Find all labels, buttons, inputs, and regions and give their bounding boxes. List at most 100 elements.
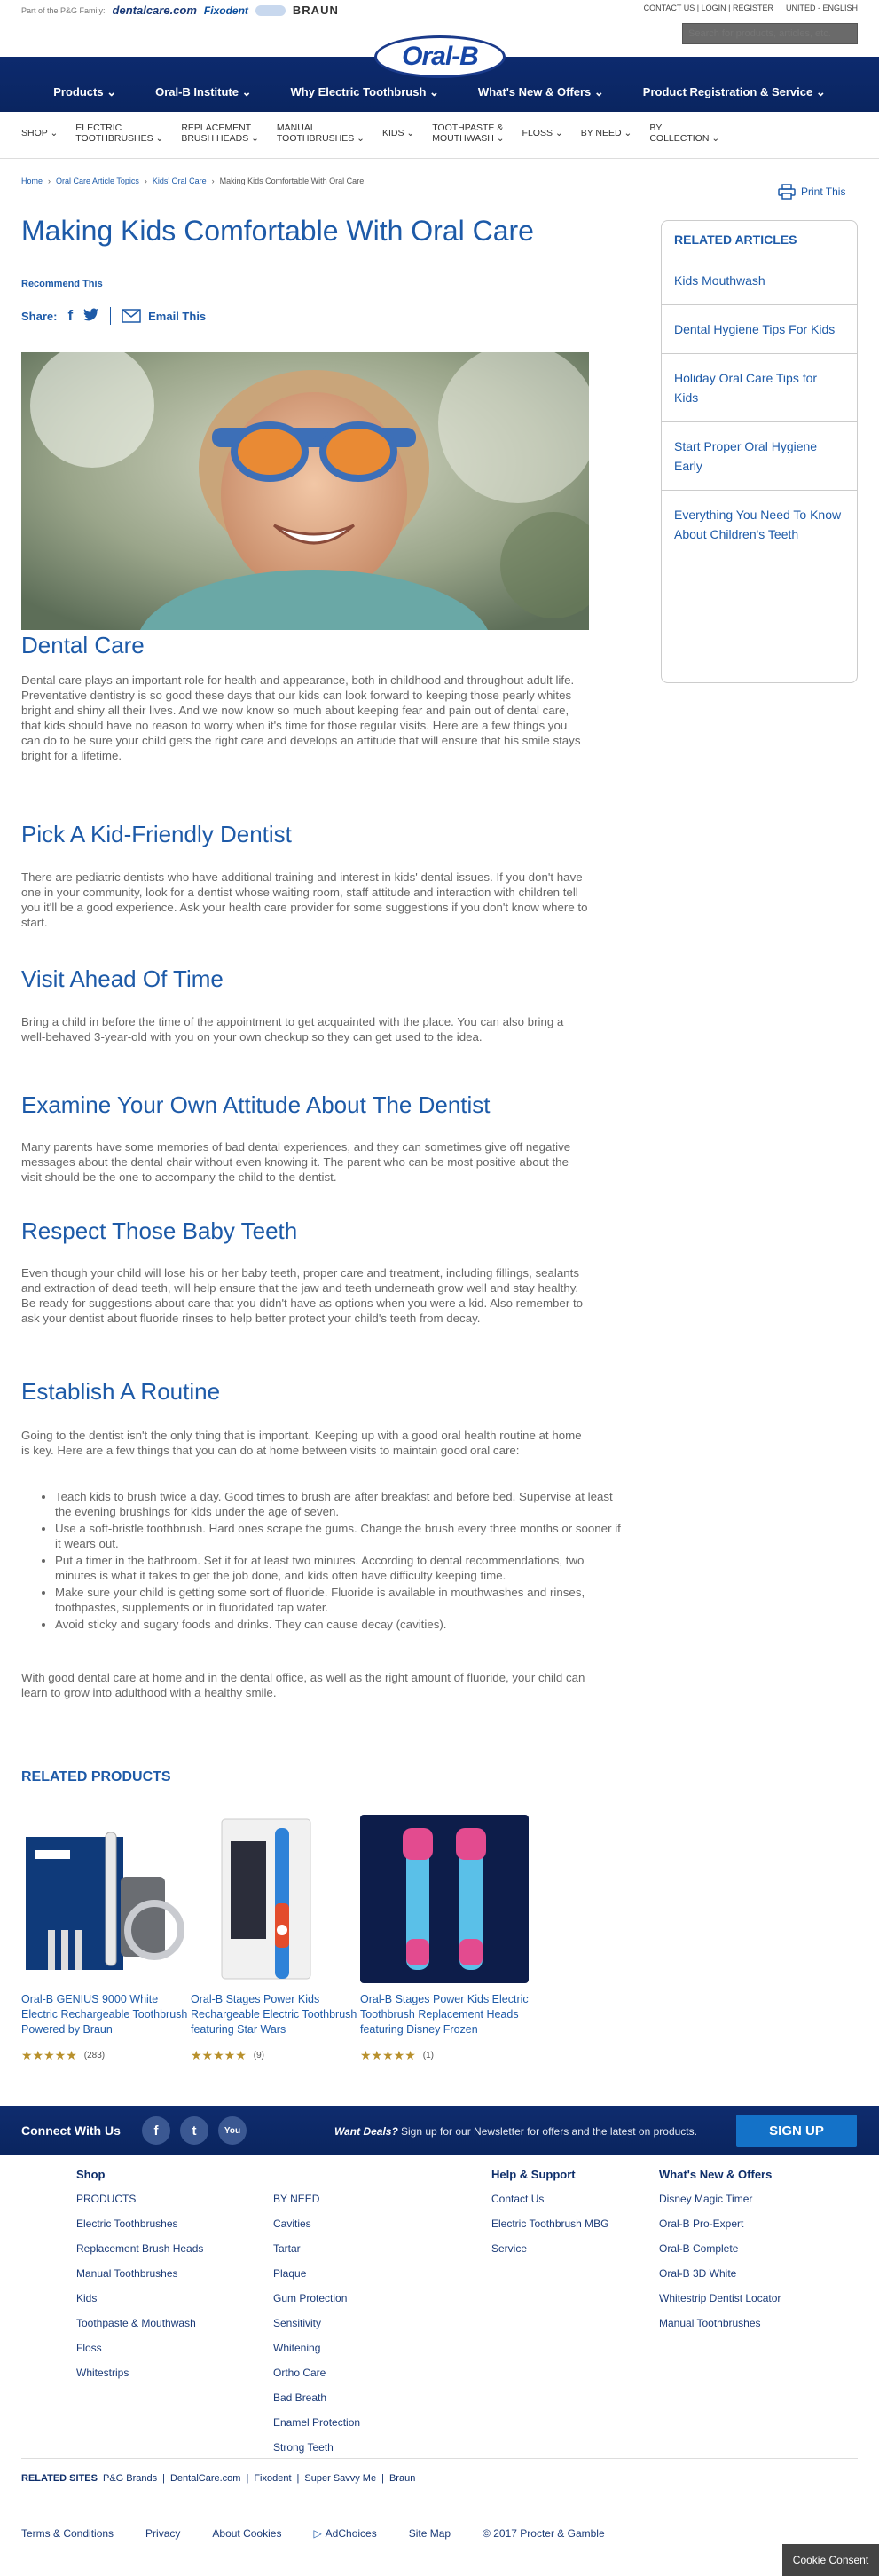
register-link[interactable]: REGISTER: [733, 4, 773, 12]
envelope-icon: [122, 309, 141, 323]
related-sites: RELATED SITES P&G Brands | DentalCare.co…: [21, 2473, 415, 2484]
separator: |: [246, 2473, 249, 2484]
footer-link[interactable]: Gum Protection: [273, 2286, 360, 2311]
footer-link[interactable]: Contact Us: [491, 2186, 609, 2211]
footer-link[interactable]: Replacement Brush Heads: [76, 2236, 203, 2261]
footer-link[interactable]: Oral-B Complete: [659, 2236, 781, 2261]
footer-link[interactable]: Tartar: [273, 2236, 360, 2261]
footer-link[interactable]: Strong Teeth: [273, 2435, 360, 2460]
nav-oral-b-institute[interactable]: Oral-B Institute ⌄: [136, 85, 271, 99]
footer-link[interactable]: Floss: [76, 2336, 203, 2360]
related-site-link[interactable]: P&G Brands: [103, 2473, 157, 2484]
facebook-icon[interactable]: f: [142, 2116, 170, 2145]
footer-link[interactable]: Service: [491, 2236, 609, 2261]
footer-link[interactable]: Electric Toothbrush MBG: [491, 2211, 609, 2236]
cat-shop[interactable]: SHOP ⌄: [21, 122, 58, 138]
region-selector[interactable]: UNITED - ENGLISH: [786, 4, 858, 12]
brand-link-logo[interactable]: [255, 4, 286, 16]
adchoices-link[interactable]: ▷ AdChoices: [313, 2527, 376, 2540]
sign-up-button[interactable]: SIGN UP: [736, 2115, 857, 2147]
footer-link[interactable]: Sensitivity: [273, 2311, 360, 2336]
breadcrumb-topics[interactable]: Oral Care Article Topics: [56, 177, 139, 185]
product-card[interactable]: Oral-B GENIUS 9000 White Electric Rechar…: [21, 1815, 192, 2063]
facebook-icon[interactable]: f: [67, 307, 73, 325]
related-site-link[interactable]: DentalCare.com: [170, 2473, 240, 2484]
product-name[interactable]: Oral-B GENIUS 9000 White Electric Rechar…: [21, 1992, 192, 2037]
breadcrumb-kids[interactable]: Kids' Oral Care: [153, 177, 207, 185]
section-paragraph: Going to the dentist isn't the only thin…: [21, 1429, 582, 1457]
nav-why-electric[interactable]: Why Electric Toothbrush ⌄: [271, 85, 459, 99]
footer-link[interactable]: Whitestrips: [76, 2360, 203, 2385]
related-article-link[interactable]: Holiday Oral Care Tips for Kids: [662, 354, 857, 422]
related-site-link[interactable]: Braun: [389, 2473, 415, 2484]
cat-kids[interactable]: KIDS ⌄: [382, 122, 414, 138]
related-site-link[interactable]: Fixodent: [254, 2473, 291, 2484]
footer-link[interactable]: Oral-B 3D White: [659, 2261, 781, 2286]
footer-link[interactable]: Electric Toothbrushes: [76, 2211, 203, 2236]
hero-image-child-goggles: [21, 352, 589, 630]
product-card[interactable]: Oral-B Stages Power Kids Rechargeable El…: [191, 1815, 361, 2063]
search-input[interactable]: [682, 23, 858, 44]
footer-link[interactable]: Manual Toothbrushes: [659, 2311, 781, 2336]
contact-us-link[interactable]: CONTACT US: [644, 4, 695, 12]
breadcrumb-home[interactable]: Home: [21, 177, 43, 185]
related-site-link[interactable]: Super Savvy Me: [304, 2473, 376, 2484]
pg-family-label: Part of the P&G Family:: [21, 5, 106, 15]
cookie-consent-button[interactable]: Cookie Consent: [782, 2544, 879, 2576]
product-image-star-wars[interactable]: [191, 1815, 359, 1983]
cat-electric-toothbrushes[interactable]: ELECTRIC TOOTHBRUSHES ⌄: [75, 122, 163, 144]
about-cookies-link[interactable]: About Cookies: [212, 2527, 281, 2540]
email-button[interactable]: Email This: [122, 309, 206, 323]
twitter-icon[interactable]: [83, 308, 99, 324]
cat-by-collection[interactable]: BY COLLECTION ⌄: [649, 122, 719, 144]
related-article-link[interactable]: Dental Hygiene Tips For Kids: [662, 305, 857, 354]
list-item: Teach kids to brush twice a day. Good ti…: [55, 1489, 623, 1519]
nav-whats-new[interactable]: What's New & Offers ⌄: [459, 85, 624, 99]
footer-link[interactable]: Whitestrip Dentist Locator: [659, 2286, 781, 2311]
separator: |: [162, 2473, 165, 2484]
product-rating: ★★★★★ (9): [191, 2048, 361, 2063]
nav-products[interactable]: Products ⌄: [34, 85, 136, 99]
youtube-icon[interactable]: You: [218, 2116, 247, 2145]
terms-link[interactable]: Terms & Conditions: [21, 2527, 114, 2540]
footer-link[interactable]: Cavities: [273, 2211, 360, 2236]
nav-registration-service[interactable]: Product Registration & Service ⌄: [624, 85, 845, 99]
cat-floss[interactable]: FLOSS ⌄: [522, 122, 563, 138]
brand-link-dentalcare[interactable]: dentalcare.com: [113, 4, 197, 17]
privacy-link[interactable]: Privacy: [145, 2527, 180, 2540]
footer-link[interactable]: Plaque: [273, 2261, 360, 2286]
site-map-link[interactable]: Site Map: [409, 2527, 451, 2540]
related-article-link[interactable]: Kids Mouthwash: [662, 256, 857, 305]
footer-link[interactable]: Whitening: [273, 2336, 360, 2360]
twitter-icon[interactable]: t: [180, 2116, 208, 2145]
recommend-link[interactable]: Recommend This: [21, 279, 103, 289]
footer-link[interactable]: Bad Breath: [273, 2385, 360, 2410]
related-article-link[interactable]: Everything You Need To Know About Childr…: [662, 491, 857, 558]
cat-toothpaste-mouthwash[interactable]: TOOTHPASTE & MOUTHWASH ⌄: [432, 122, 504, 144]
login-link[interactable]: LOGIN: [702, 4, 726, 12]
product-card[interactable]: Oral-B Stages Power Kids Electric Toothb…: [360, 1815, 530, 2063]
copyright: © 2017 Procter & Gamble: [483, 2527, 605, 2540]
cat-by-need[interactable]: BY NEED ⌄: [581, 122, 632, 138]
footer-link[interactable]: Enamel Protection: [273, 2410, 360, 2435]
cat-replacement-brush-heads[interactable]: REPLACEMENT BRUSH HEADS ⌄: [181, 122, 259, 144]
product-name[interactable]: Oral-B Stages Power Kids Electric Toothb…: [360, 1992, 530, 2037]
footer-link[interactable]: Toothpaste & Mouthwash: [76, 2311, 203, 2336]
brand-link-fixodent[interactable]: Fixodent: [204, 4, 248, 17]
footer-link[interactable]: Ortho Care: [273, 2360, 360, 2385]
product-name[interactable]: Oral-B Stages Power Kids Rechargeable El…: [191, 1992, 361, 2037]
footer-link[interactable]: Disney Magic Timer: [659, 2186, 781, 2211]
product-image-frozen-heads[interactable]: [360, 1815, 529, 1983]
footer-link[interactable]: Manual Toothbrushes: [76, 2261, 203, 2286]
footer-need-col: BY NEED Cavities Tartar Plaque Gum Prote…: [273, 2186, 360, 2460]
product-image-genius[interactable]: [21, 1815, 190, 1983]
related-articles-heading: RELATED ARTICLES: [662, 221, 857, 256]
footer-link[interactable]: Oral-B Pro-Expert: [659, 2211, 781, 2236]
related-article-link[interactable]: Start Proper Oral Hygiene Early: [662, 422, 857, 491]
print-button[interactable]: Print This: [778, 184, 845, 200]
footer-link[interactable]: Kids: [76, 2286, 203, 2311]
brand-link-braun[interactable]: BRAUN: [293, 4, 339, 17]
cat-manual-toothbrushes[interactable]: MANUAL TOOTHBRUSHES ⌄: [277, 122, 365, 144]
footer-shop-heading: Shop: [76, 2168, 106, 2181]
oral-b-logo[interactable]: Oral-B: [374, 35, 506, 78]
